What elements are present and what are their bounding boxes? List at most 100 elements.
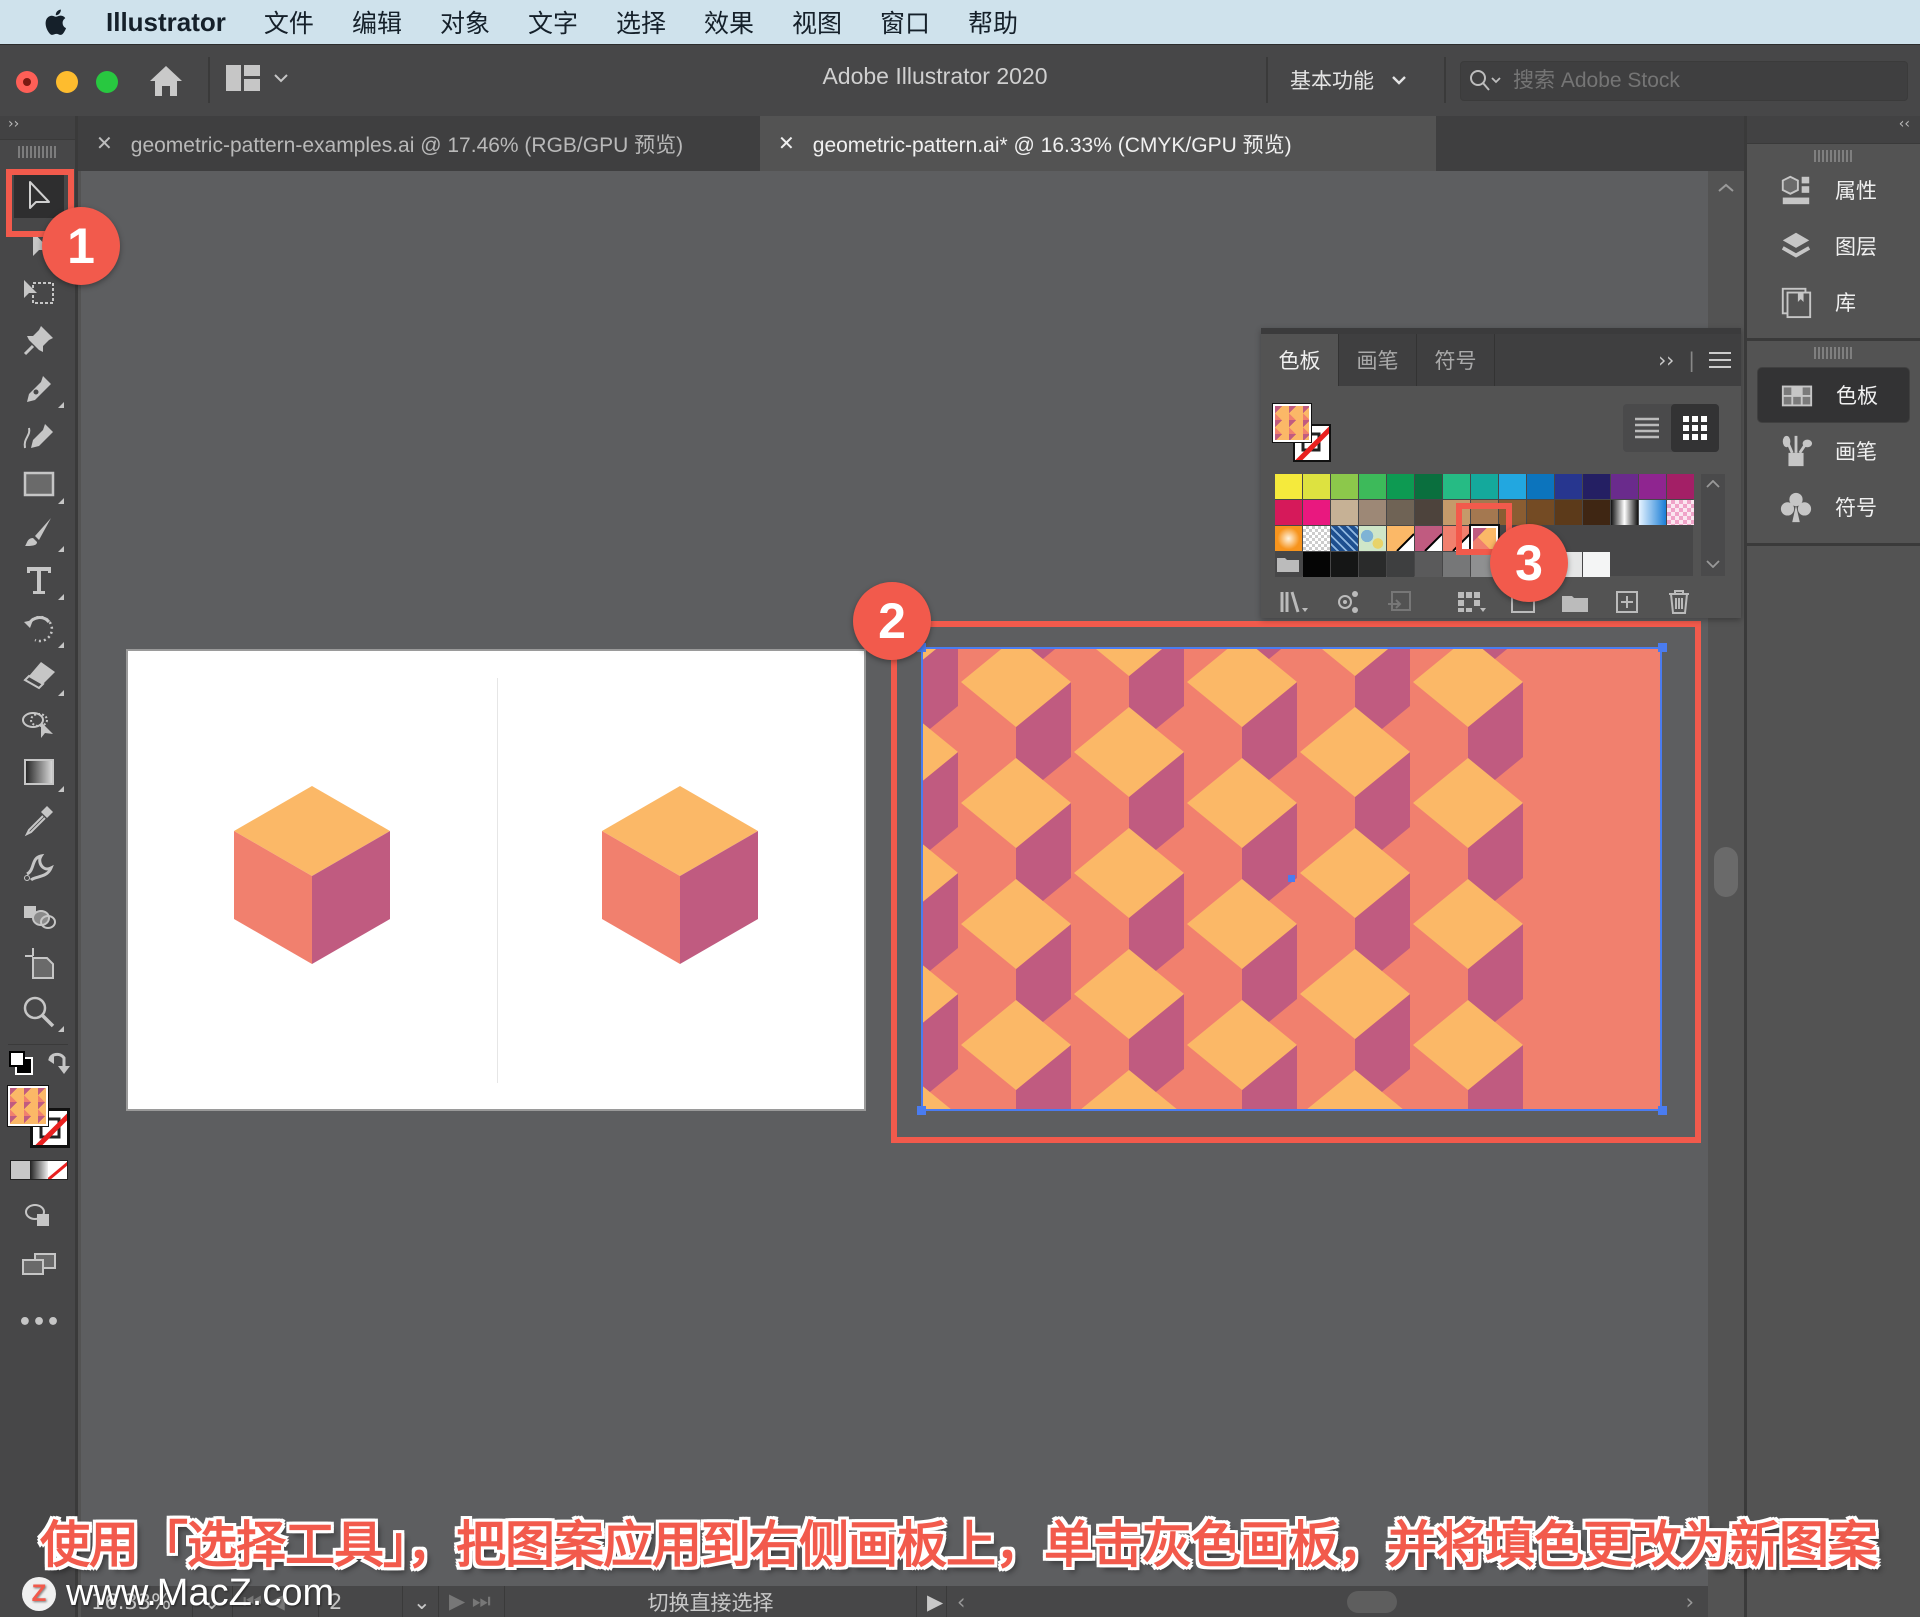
fill-stroke-indicator[interactable] (7, 1085, 70, 1148)
swatch[interactable] (1527, 500, 1554, 525)
close-tab-icon[interactable]: ✕ (96, 131, 113, 156)
menu-object[interactable]: 对象 (440, 4, 490, 40)
cube-shape[interactable] (602, 786, 758, 964)
crop-artboard-tool[interactable] (14, 942, 64, 986)
menu-type[interactable]: 文字 (528, 4, 578, 40)
fill-stroke-indicator[interactable] (1272, 403, 1335, 466)
eraser-tool[interactable] (14, 654, 64, 698)
panel-grip[interactable] (1813, 347, 1854, 359)
fill-pattern-swatch[interactable] (7, 1085, 49, 1127)
swatch[interactable] (1275, 474, 1302, 499)
screen-mode-button[interactable] (14, 1242, 64, 1286)
horizontal-scrollbar[interactable]: ‹ › (947, 1586, 1708, 1617)
puppet-warp-tool[interactable] (14, 318, 64, 362)
swatch[interactable] (1639, 500, 1666, 525)
eyedropper-tool[interactable] (14, 798, 64, 842)
collapse-dock-button[interactable]: ‹‹ (1747, 116, 1920, 144)
swatch[interactable] (1359, 500, 1386, 525)
new-folder-button[interactable] (1549, 587, 1601, 617)
stock-search-field[interactable] (1460, 61, 1908, 101)
swatch[interactable] (1667, 474, 1694, 499)
dock-item-properties[interactable]: 属性 (1757, 162, 1910, 218)
swatch[interactable] (1555, 500, 1582, 525)
swatch-folder[interactable] (1275, 552, 1302, 577)
menu-effect[interactable]: 效果 (704, 4, 754, 40)
cube-shape[interactable] (234, 786, 390, 964)
next-last-artboard-buttons[interactable]: ▶ ⏭ (439, 1586, 505, 1617)
list-view-button[interactable] (1623, 404, 1671, 452)
expand-panel-icon[interactable]: ›› (1658, 348, 1674, 372)
rectangle-tool[interactable] (14, 462, 64, 506)
swatch[interactable] (1331, 474, 1358, 499)
blend-tool[interactable] (14, 846, 64, 890)
swatch[interactable] (1359, 526, 1386, 551)
swatch[interactable] (1275, 526, 1302, 551)
none-button[interactable] (48, 1161, 68, 1179)
swatch[interactable] (1331, 552, 1358, 577)
edit-toolbar-button[interactable]: ••• (0, 1310, 78, 1335)
scroll-up-icon[interactable] (1718, 183, 1734, 193)
menu-view[interactable]: 视图 (792, 4, 842, 40)
type-tool[interactable] (14, 558, 64, 602)
paintbrush-tool[interactable] (14, 510, 64, 554)
scrollbar-thumb[interactable] (1714, 847, 1738, 897)
swatch[interactable] (1359, 552, 1386, 577)
swatch[interactable] (1443, 552, 1470, 577)
gradient-button[interactable] (29, 1161, 49, 1179)
menu-window[interactable]: 窗口 (880, 4, 930, 40)
gradient-tool[interactable] (14, 750, 64, 794)
status-menu-button[interactable]: ▶ (917, 1586, 947, 1617)
zoom-tool[interactable] (14, 990, 64, 1034)
pen-tool[interactable] (14, 366, 64, 410)
menu-help[interactable]: 帮助 (968, 4, 1018, 40)
menu-edit[interactable]: 编辑 (352, 4, 402, 40)
scroll-left-icon[interactable]: ‹ (957, 1590, 965, 1614)
new-swatch-button[interactable] (1601, 587, 1653, 617)
artboard-examples[interactable] (126, 649, 866, 1111)
swatch[interactable] (1303, 474, 1330, 499)
apple-menu-icon[interactable] (40, 7, 70, 37)
swatch[interactable] (1387, 552, 1414, 577)
swatch-options-button[interactable] (1445, 587, 1497, 617)
dock-item-brushes[interactable]: 画笔 (1757, 423, 1910, 479)
swatch[interactable] (1387, 474, 1414, 499)
swatch[interactable] (1331, 500, 1358, 525)
menu-select[interactable]: 选择 (616, 4, 666, 40)
swatch[interactable] (1555, 474, 1582, 499)
swatch[interactable] (1415, 500, 1442, 525)
curvature-tool[interactable] (14, 414, 64, 458)
tab-geometric-pattern[interactable]: ✕ geometric-pattern.ai* @ 16.33% (CMYK/G… (760, 116, 1436, 171)
delete-swatch-button[interactable] (1653, 587, 1705, 617)
app-menu[interactable]: Illustrator (106, 7, 226, 38)
dock-item-symbols[interactable]: 符号 (1757, 479, 1910, 535)
grid-view-button[interactable] (1671, 404, 1719, 452)
swatch[interactable] (1471, 474, 1498, 499)
menu-file[interactable]: 文件 (264, 4, 314, 40)
artboard-dropdown[interactable]: ⌄ (403, 1586, 439, 1617)
live-paint-tool[interactable] (14, 894, 64, 938)
swatch[interactable] (1387, 500, 1414, 525)
rotate-tool[interactable] (14, 606, 64, 650)
default-fill-stroke-button[interactable] (8, 1050, 34, 1076)
swatch[interactable] (1667, 500, 1694, 525)
close-tab-icon[interactable]: ✕ (778, 131, 795, 156)
scrollbar-thumb[interactable] (1347, 1591, 1397, 1613)
collapse-toolbar-button[interactable]: ›› (0, 116, 75, 140)
tab-swatches[interactable]: 色板 (1261, 334, 1339, 386)
color-button[interactable] (11, 1161, 30, 1179)
dock-item-swatches[interactable]: 色板 (1757, 367, 1910, 423)
stock-search-input[interactable] (1513, 69, 1893, 93)
swatch[interactable] (1415, 552, 1442, 577)
swatch[interactable] (1415, 474, 1442, 499)
swatch-libraries-button[interactable] (1269, 587, 1321, 617)
swatch[interactable] (1303, 500, 1330, 525)
panel-grip[interactable] (17, 146, 58, 158)
show-kinds-button[interactable] (1321, 587, 1373, 617)
swatch[interactable] (1303, 552, 1330, 577)
draw-mode-button[interactable] (14, 1194, 64, 1238)
swatch[interactable] (1387, 526, 1414, 551)
swatch[interactable] (1527, 474, 1554, 499)
swatch[interactable] (1415, 526, 1442, 551)
shape-builder-tool[interactable] (14, 702, 64, 746)
tab-brushes[interactable]: 画笔 (1339, 334, 1417, 386)
